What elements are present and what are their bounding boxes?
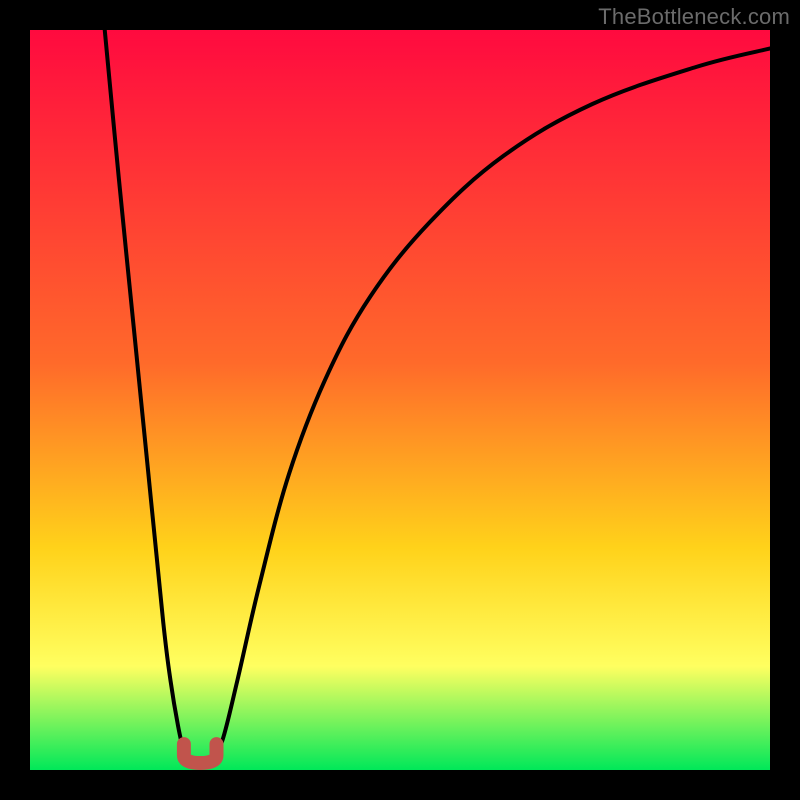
attribution-label: TheBottleneck.com [598, 4, 790, 30]
chart-stage: TheBottleneck.com [0, 0, 800, 800]
bottleneck-plot [30, 30, 770, 770]
